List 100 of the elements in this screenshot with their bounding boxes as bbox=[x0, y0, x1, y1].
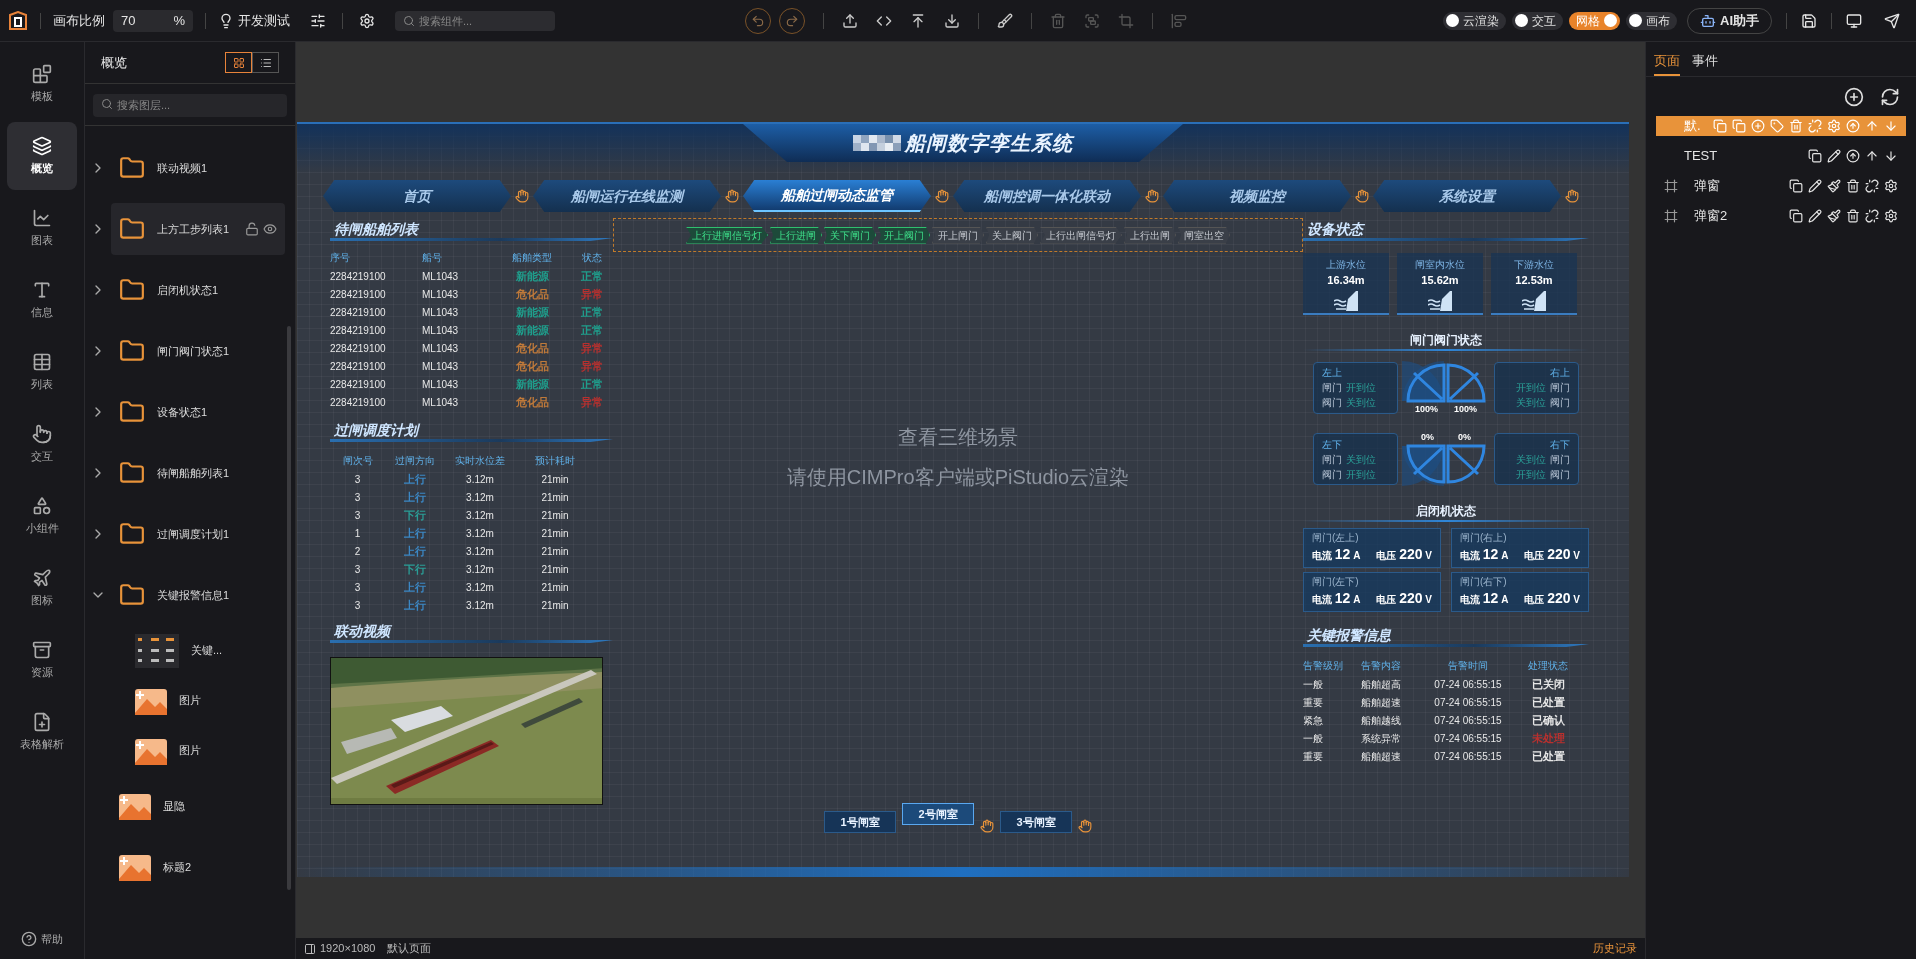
nav-tab[interactable]: 船闸运行在线监测 bbox=[533, 180, 721, 212]
nav-rail-item[interactable]: 列表 bbox=[7, 338, 77, 406]
page-list-item[interactable]: TEST bbox=[1656, 146, 1906, 166]
table-cell: 21min bbox=[541, 473, 569, 485]
view-mode-toggle[interactable] bbox=[225, 52, 252, 73]
layer-item[interactable]: 上方工步列表1 bbox=[111, 203, 285, 255]
eye-icon[interactable] bbox=[263, 222, 277, 236]
settings-icon[interactable] bbox=[1884, 209, 1898, 223]
dam-icon bbox=[1334, 290, 1358, 311]
copy-icon[interactable] bbox=[1808, 149, 1822, 163]
upload-icon[interactable] bbox=[842, 12, 858, 29]
nav-rail-item[interactable]: 概览 bbox=[7, 122, 77, 190]
copy-icon[interactable] bbox=[1789, 179, 1803, 193]
nav-tab[interactable]: 系统设置 bbox=[1373, 180, 1561, 212]
table-cell: 2 bbox=[354, 545, 361, 557]
column-header: 实时水位差 bbox=[454, 453, 506, 468]
brush-icon[interactable] bbox=[997, 12, 1013, 29]
table-cell: ML1043 bbox=[422, 288, 459, 300]
nav-tab[interactable]: 船舶过闸动态监管 bbox=[743, 180, 931, 212]
unlink-icon[interactable] bbox=[1865, 179, 1879, 193]
layer-item[interactable]: 显隐 bbox=[111, 780, 285, 832]
list-icon bbox=[259, 56, 272, 69]
layer-item[interactable]: 过闸调度计划1 bbox=[111, 508, 285, 560]
page-list-item[interactable]: 弹窗 bbox=[1656, 176, 1906, 196]
delete-icon[interactable] bbox=[1846, 179, 1860, 193]
voltage-reading: 电压 220 V bbox=[1376, 544, 1432, 564]
scrollbar[interactable] bbox=[287, 326, 291, 890]
download-icon[interactable] bbox=[944, 12, 960, 29]
layer-item[interactable]: 关键报警信息1 bbox=[111, 569, 285, 621]
nav-rail-item[interactable]: 交互 bbox=[7, 410, 77, 478]
brush-icon[interactable] bbox=[1827, 179, 1841, 193]
move-top-icon[interactable] bbox=[1846, 149, 1860, 163]
nav-rail-item[interactable]: 小组件 bbox=[7, 482, 77, 550]
add-page-icon[interactable] bbox=[1844, 86, 1864, 107]
nav-rail-item[interactable]: 图标 bbox=[7, 554, 77, 622]
table-cell: ML1043 bbox=[422, 378, 459, 390]
history-link[interactable]: 历史记录 bbox=[1593, 940, 1637, 957]
table-cell: 异常 bbox=[581, 359, 603, 372]
export-icon[interactable] bbox=[910, 12, 926, 29]
gate-state: 开到位 bbox=[1346, 381, 1376, 396]
chamber-button[interactable]: 2号闸室 bbox=[902, 803, 974, 825]
nav-tab[interactable]: 首页 bbox=[323, 180, 511, 212]
brush-icon[interactable] bbox=[1827, 209, 1841, 223]
toggle-switch[interactable]: 交互 bbox=[1512, 11, 1563, 30]
layer-item[interactable]: 图片 bbox=[135, 686, 201, 715]
scale-field[interactable]: 70 % bbox=[113, 9, 193, 32]
nav-rail-item[interactable]: 表格解析 bbox=[7, 698, 77, 766]
settings-icon[interactable] bbox=[1884, 179, 1898, 193]
table-cell: 新能源 bbox=[515, 269, 549, 282]
delete-icon[interactable] bbox=[1846, 209, 1860, 223]
chamber-button[interactable]: 1号闸室 bbox=[824, 811, 896, 833]
table-cell: 船舶超高 bbox=[1361, 678, 1401, 690]
layer-item[interactable]: 联动视频1 bbox=[111, 142, 285, 194]
panel-title: 概览 bbox=[101, 53, 127, 72]
monitor-icon[interactable] bbox=[1846, 12, 1862, 29]
nav-tab[interactable]: 船闸控调一体化联动 bbox=[953, 180, 1141, 212]
send-icon[interactable] bbox=[1884, 12, 1900, 29]
toggle-switch[interactable]: 云渲染 bbox=[1443, 11, 1506, 30]
page-name-label: 默认页面 bbox=[387, 941, 432, 957]
table-cell: 正常 bbox=[581, 269, 603, 282]
gauge-percent: 100% bbox=[1414, 403, 1438, 416]
table-cell: 3 bbox=[354, 599, 361, 611]
search-field[interactable]: 搜索组件... bbox=[395, 10, 555, 31]
chamber-button[interactable]: 3号闸室 bbox=[1000, 811, 1072, 833]
dev-test-button[interactable]: 开发测试 bbox=[218, 10, 290, 31]
help-link[interactable]: 帮助 bbox=[21, 930, 63, 947]
unlink-icon[interactable] bbox=[1865, 209, 1879, 223]
settings-icon[interactable] bbox=[359, 12, 375, 29]
move-up-icon[interactable] bbox=[1865, 149, 1879, 163]
panel-tab[interactable]: 事件 bbox=[1692, 50, 1718, 76]
nav-tab[interactable]: 视频监控 bbox=[1163, 180, 1351, 212]
nav-rail-item[interactable]: 资源 bbox=[7, 626, 77, 694]
layer-item[interactable]: 图片 bbox=[135, 736, 201, 765]
layer-item[interactable]: 标题2 bbox=[111, 841, 285, 893]
save-icon[interactable] bbox=[1801, 12, 1817, 29]
nav-rail-item[interactable]: 模板 bbox=[7, 50, 77, 118]
copy-icon[interactable] bbox=[1789, 209, 1803, 223]
gate-device: 阀门 bbox=[1550, 467, 1570, 482]
layer-item[interactable]: 设备状态1 bbox=[111, 386, 285, 438]
nav-rail-item[interactable]: 信息 bbox=[7, 266, 77, 334]
layer-item[interactable]: 关键... bbox=[135, 633, 223, 668]
nav-rail-item[interactable]: 图表 bbox=[7, 194, 77, 262]
view-mode-toggle[interactable] bbox=[252, 52, 279, 73]
page-list-item[interactable]: 弹窗2 bbox=[1656, 206, 1906, 226]
move-down-icon[interactable] bbox=[1884, 149, 1898, 163]
layer-search-field[interactable]: 搜索图层... bbox=[93, 93, 287, 117]
panel-tab[interactable]: 页面 bbox=[1654, 50, 1680, 76]
resolution-icon bbox=[304, 942, 316, 955]
toggle-switch[interactable]: 画布 bbox=[1626, 11, 1677, 30]
layer-item[interactable]: 启闭机状态1 bbox=[111, 264, 285, 316]
edit-icon[interactable] bbox=[1827, 149, 1841, 163]
refresh-icon[interactable] bbox=[1880, 86, 1900, 107]
sliders-icon[interactable] bbox=[310, 12, 326, 29]
layer-item[interactable]: 闸门阀门状态1 bbox=[111, 325, 285, 377]
layer-item[interactable]: 待闸船舶列表1 bbox=[111, 447, 285, 499]
unlock-icon[interactable] bbox=[245, 222, 259, 236]
edit-icon[interactable] bbox=[1808, 179, 1822, 193]
hand-pointer-icon bbox=[1078, 819, 1092, 833]
table-cell: 3.12m bbox=[466, 491, 494, 503]
edit-icon[interactable] bbox=[1808, 209, 1822, 223]
